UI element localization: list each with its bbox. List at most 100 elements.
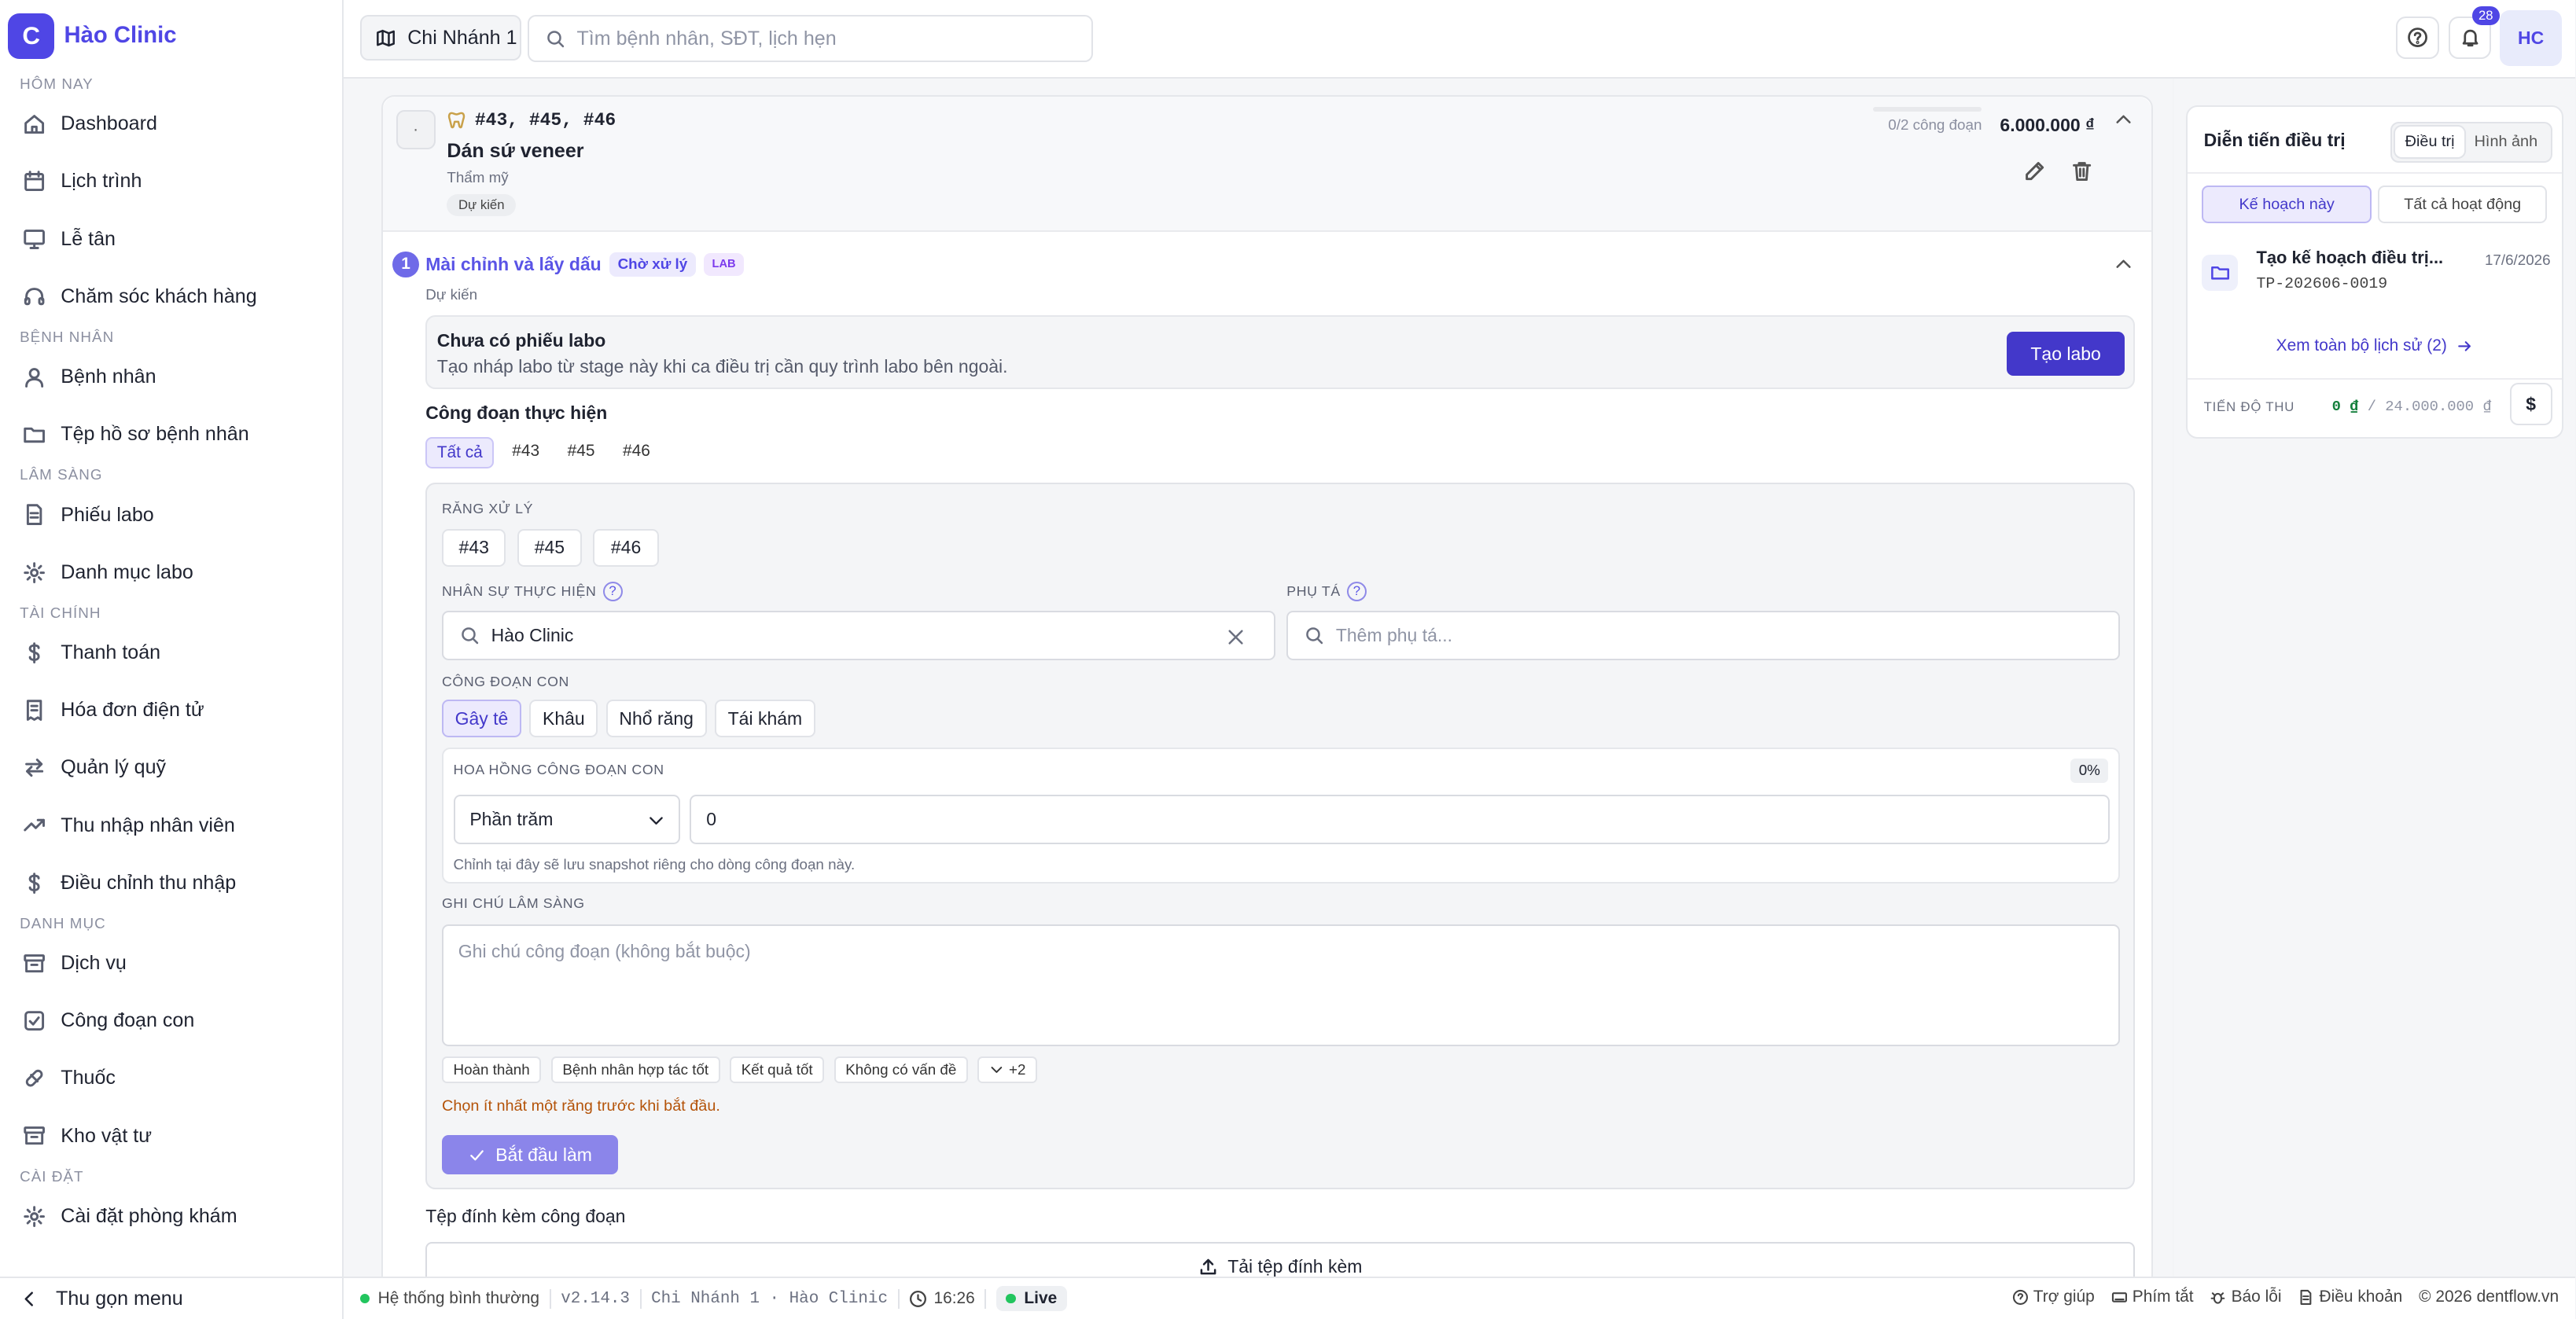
view-history-label: Xem toàn bộ lịch sử (2) bbox=[2276, 336, 2447, 355]
sidebar-item[interactable]: Lễ tân bbox=[0, 210, 342, 267]
tab-all-activity[interactable]: Tất cả hoạt động bbox=[2378, 186, 2548, 224]
clock-icon bbox=[910, 1290, 927, 1307]
filter-tooth-43[interactable]: #43 bbox=[502, 437, 550, 469]
check-icon bbox=[469, 1149, 484, 1160]
footer-terms-link[interactable]: Điều khoản bbox=[2298, 1288, 2402, 1306]
panel-segment: Điều trị Hình ảnh bbox=[2390, 121, 2552, 163]
filter-tooth-45[interactable]: #45 bbox=[558, 437, 605, 469]
staff-value: Hào Clinic bbox=[491, 625, 574, 646]
create-lab-button[interactable]: Tạo labo bbox=[2006, 331, 2125, 377]
edit-icon[interactable] bbox=[2023, 160, 2046, 182]
sidebar-item[interactable]: Thuốc bbox=[0, 1049, 342, 1107]
sidebar-item-label: Phiếu labo bbox=[61, 503, 154, 526]
tooth-chip-43[interactable]: #43 bbox=[441, 528, 506, 567]
upload-attachment-button[interactable]: Tải tệp đính kèm bbox=[425, 1241, 2135, 1277]
sidebar-item[interactable]: Hóa đơn điện tử bbox=[0, 682, 342, 739]
notifications-button[interactable]: 28 bbox=[2449, 6, 2500, 60]
footer-bug-label: Báo lỗi bbox=[2231, 1288, 2282, 1306]
view-history-link[interactable]: Xem toàn bộ lịch sử (2) bbox=[2188, 336, 2563, 355]
start-work-button[interactable]: Bắt đầu làm bbox=[441, 1134, 618, 1175]
tooth-chip-45[interactable]: #45 bbox=[517, 528, 582, 567]
attachments-title: Tệp đính kèm công đoạn bbox=[425, 1205, 626, 1226]
validation-warning: Chọn ít nhất một răng trước khi bắt đầu. bbox=[441, 1097, 720, 1115]
clock-time: 16:26 bbox=[933, 1289, 975, 1308]
sidebar-item[interactable]: Thu nhập nhân viên bbox=[0, 797, 342, 854]
substage-anesthesia[interactable]: Gây tê bbox=[441, 700, 521, 738]
sidebar-item[interactable]: Dịch vụ bbox=[0, 935, 342, 992]
commission-type-select[interactable]: Phần trăm bbox=[453, 795, 680, 844]
sidebar-item-label: Thanh toán bbox=[61, 641, 161, 664]
monitor-icon bbox=[24, 230, 46, 250]
sidebar-item[interactable]: Quản lý quỹ bbox=[0, 739, 342, 796]
chevron-up-icon[interactable] bbox=[2114, 255, 2133, 274]
chevron-up-icon[interactable] bbox=[2114, 110, 2133, 130]
seg-images[interactable]: Hình ảnh bbox=[2464, 127, 2548, 158]
global-search-input[interactable]: Tìm bệnh nhân, SĐT, lịch hẹn bbox=[527, 14, 1093, 63]
filter-tooth-46[interactable]: #46 bbox=[613, 437, 660, 469]
plan-history-item[interactable]: Tạo kế hoạch điều trị... TP-202606-0019 … bbox=[2202, 248, 2551, 307]
footer-bug-link[interactable]: Báo lỗi bbox=[2210, 1288, 2282, 1306]
stage-status-badge: Chờ xử lý bbox=[609, 252, 696, 277]
drag-handle[interactable]: · bbox=[396, 109, 436, 150]
commission-label: HOA HỒNG CÔNG ĐOẠN CON bbox=[453, 762, 664, 778]
help-icon[interactable]: ? bbox=[602, 581, 623, 601]
clinical-note-textarea[interactable]: Ghi chú công đoạn (không bắt buộc) bbox=[441, 924, 2120, 1047]
sidebar-item[interactable]: Tệp hồ sơ bệnh nhân bbox=[0, 406, 342, 463]
substage-extraction[interactable]: Nhổ răng bbox=[605, 700, 707, 738]
payment-button[interactable]: $ bbox=[2509, 382, 2552, 426]
collapse-menu-button[interactable]: Thu gọn menu bbox=[0, 1276, 342, 1319]
upload-icon bbox=[1200, 1258, 1216, 1275]
commission-value-input[interactable]: 0 bbox=[690, 795, 2110, 844]
bug-icon bbox=[2211, 1292, 2225, 1304]
collapse-menu-label: Thu gọn menu bbox=[56, 1287, 183, 1310]
brand[interactable]: C Hào Clinic bbox=[0, 0, 342, 72]
plan-date: 17/6/2026 bbox=[2484, 251, 2551, 268]
sidebar-item[interactable]: Điều chỉnh thu nhập bbox=[0, 854, 342, 912]
trash-icon[interactable] bbox=[2070, 160, 2093, 182]
quick-note-done[interactable]: Hoàn thành bbox=[441, 1056, 542, 1083]
sidebar-item-label: Dịch vụ bbox=[61, 952, 127, 975]
nav-group-label: BỆNH NHÂN bbox=[20, 328, 115, 345]
seg-treatment[interactable]: Điều trị bbox=[2395, 126, 2465, 158]
sidebar-item[interactable]: Phiếu labo bbox=[0, 487, 342, 544]
nav-group-label: HÔM NAY bbox=[20, 75, 94, 92]
footer-shortcuts-label: Phím tắt bbox=[2132, 1288, 2194, 1306]
footer-help-link[interactable]: Trợ giúp bbox=[2012, 1288, 2095, 1306]
quick-note-cooperative[interactable]: Bệnh nhân hợp tác tốt bbox=[550, 1056, 720, 1083]
branch-selector[interactable]: Chi Nhánh 1 bbox=[359, 14, 521, 61]
quick-note-good-result[interactable]: Kết quả tốt bbox=[730, 1056, 825, 1083]
sidebar-item[interactable]: Dashboard bbox=[0, 95, 342, 152]
substage-suture[interactable]: Khâu bbox=[529, 700, 598, 738]
avatar[interactable]: HC bbox=[2499, 9, 2563, 66]
chevron-left-icon bbox=[24, 1291, 34, 1306]
close-icon[interactable] bbox=[1226, 627, 1246, 647]
treatment-item-header[interactable]: · #43, #45, #46 Dán sứ veneer Thẩm mỹ Dự… bbox=[382, 97, 2151, 232]
archive-icon bbox=[24, 1126, 46, 1145]
help-icon[interactable]: ? bbox=[1347, 581, 1367, 601]
staff-field[interactable]: Hào Clinic bbox=[441, 611, 1275, 660]
tab-this-plan[interactable]: Kế hoạch này bbox=[2202, 186, 2372, 224]
quick-note-no-issue[interactable]: Không có vấn đề bbox=[834, 1056, 968, 1083]
footer-shortcuts-link[interactable]: Phím tắt bbox=[2111, 1288, 2194, 1306]
sidebar-item[interactable]: Thanh toán bbox=[0, 624, 342, 682]
help-button[interactable] bbox=[2396, 16, 2439, 60]
sidebar-item[interactable]: Bệnh nhân bbox=[0, 348, 342, 406]
keyboard-icon bbox=[2111, 1292, 2127, 1302]
sidebar-item[interactable]: Cài đặt phòng khám bbox=[0, 1188, 342, 1245]
footer-help-label: Trợ giúp bbox=[2033, 1288, 2095, 1306]
tooth-chip-46[interactable]: #46 bbox=[593, 528, 659, 567]
sidebar-item[interactable]: Chăm sóc khách hàng bbox=[0, 268, 342, 325]
substage-followup[interactable]: Tái khám bbox=[715, 700, 815, 738]
sidebar-item[interactable]: Lịch trình bbox=[0, 152, 342, 210]
assistant-field[interactable]: Thêm phụ tá... bbox=[1286, 611, 2120, 660]
sidebar-item[interactable]: Công đoạn con bbox=[0, 992, 342, 1049]
sidebar-item[interactable]: Danh mục labo bbox=[0, 544, 342, 601]
stage-header[interactable]: 1 Mài chỉnh và lấy dấu Chờ xử lý LAB bbox=[392, 251, 744, 278]
filter-all[interactable]: Tất cả bbox=[425, 436, 495, 469]
sidebar-item[interactable]: Kho vật tư bbox=[0, 1107, 342, 1164]
divider bbox=[639, 1288, 642, 1309]
headset-icon bbox=[24, 287, 45, 305]
stage-progress-track bbox=[1873, 106, 1982, 112]
status-footer: Hệ thống bình thường v2.14.3 Chi Nhánh 1… bbox=[343, 1276, 2576, 1319]
quick-note-more[interactable]: +2 bbox=[977, 1056, 1037, 1083]
